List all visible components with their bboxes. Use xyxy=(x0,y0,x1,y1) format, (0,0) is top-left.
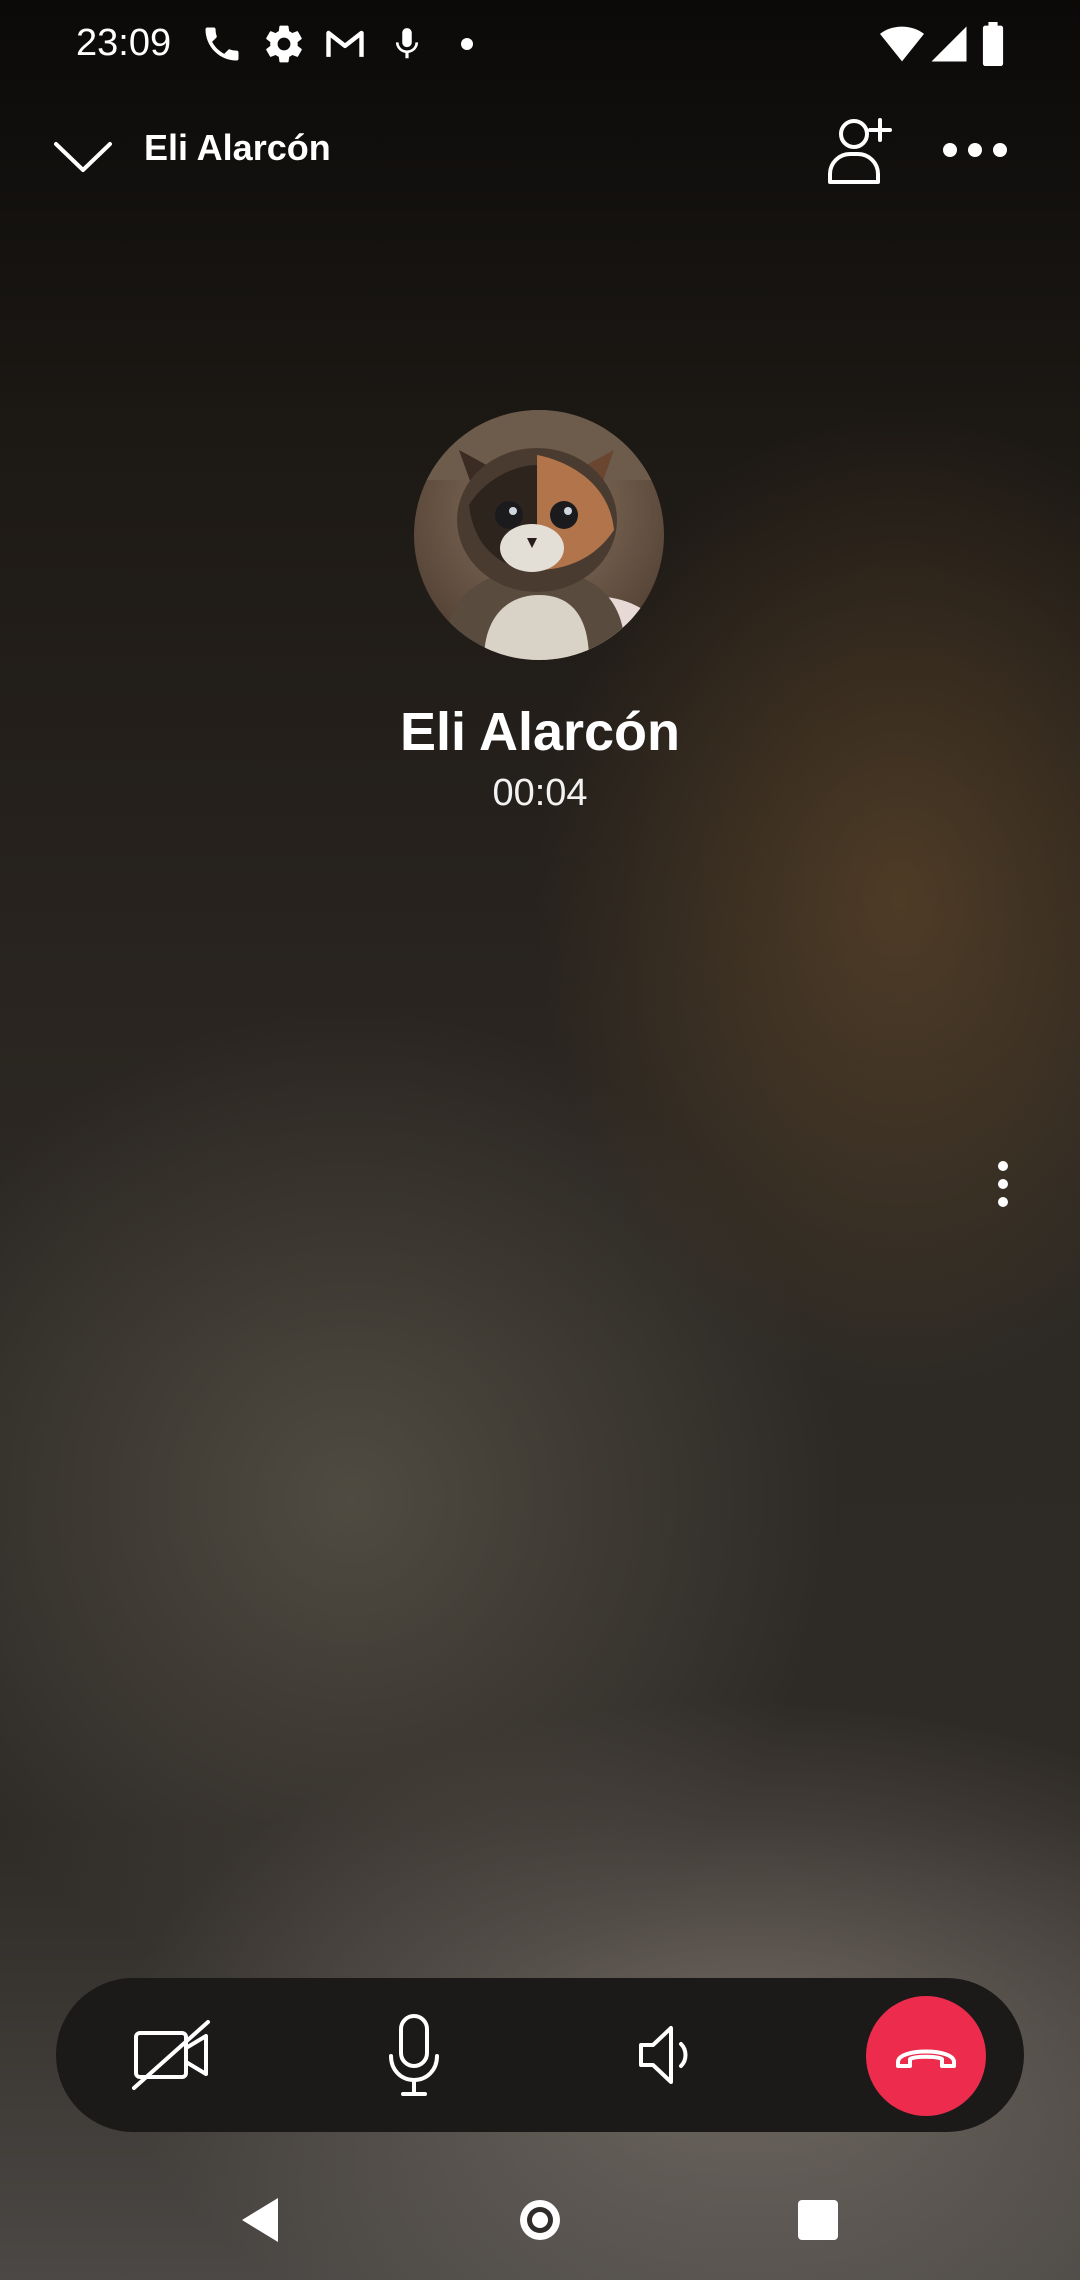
more-horizontal-icon xyxy=(943,143,1007,157)
phone-icon xyxy=(205,27,239,61)
end-call-icon xyxy=(896,2049,956,2068)
call-controls-bar xyxy=(56,1978,1024,2132)
caller-name: Eli Alarcón xyxy=(399,702,681,762)
video-toggle-button[interactable] xyxy=(116,2000,226,2110)
video-off-icon xyxy=(132,2020,210,2090)
microphone-icon xyxy=(389,2014,439,2096)
home-icon xyxy=(520,2200,560,2240)
add-person-icon xyxy=(828,118,892,184)
nav-recents-button[interactable] xyxy=(786,2188,850,2252)
signal-icon xyxy=(931,26,967,62)
chevron-down-icon xyxy=(54,142,112,172)
system-nav-bar xyxy=(0,2160,1080,2280)
side-more-button[interactable] xyxy=(986,1160,1020,1208)
call-top-bar: Eli Alarcón xyxy=(0,100,1080,210)
minimize-call-button[interactable] xyxy=(48,126,118,186)
recents-icon xyxy=(798,2200,838,2240)
gmail-icon xyxy=(326,30,364,57)
more-vertical-icon xyxy=(998,1161,1008,1207)
app-bar-title: Eli Alarcón xyxy=(144,127,331,168)
wifi-icon xyxy=(880,26,924,62)
status-time: 23:09 xyxy=(76,22,172,64)
mute-button[interactable] xyxy=(359,2000,469,2110)
gear-icon xyxy=(266,25,302,63)
add-participant-button[interactable] xyxy=(820,110,900,190)
speaker-icon xyxy=(639,2026,688,2084)
status-bar: 23:09 xyxy=(0,0,1080,86)
speaker-button[interactable] xyxy=(611,2000,721,2110)
more-options-button[interactable] xyxy=(940,120,1010,180)
call-duration: 00:04 xyxy=(492,772,588,814)
end-call-button[interactable] xyxy=(866,1996,986,2116)
caller-avatar xyxy=(414,410,664,660)
back-icon xyxy=(242,2198,278,2242)
dot-icon xyxy=(461,38,473,50)
nav-back-button[interactable] xyxy=(226,2188,290,2252)
mic-icon xyxy=(395,28,419,59)
nav-home-button[interactable] xyxy=(508,2188,572,2252)
battery-icon xyxy=(982,22,1004,66)
